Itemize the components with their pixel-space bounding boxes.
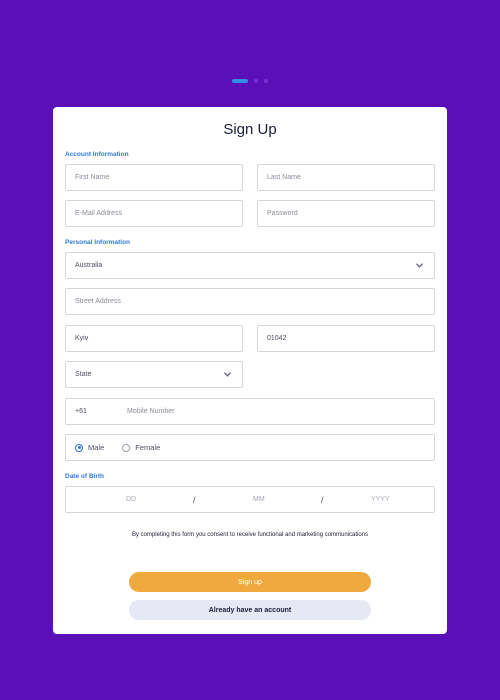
- dob-month-input[interactable]: MM: [253, 487, 265, 512]
- state-select[interactable]: State: [65, 361, 243, 388]
- page-dot[interactable]: [264, 79, 268, 83]
- dob-day-input[interactable]: DD: [126, 487, 136, 512]
- male-label: Male: [88, 443, 105, 452]
- dob-section-label: Date of Birth: [65, 473, 104, 480]
- dob-separator: /: [193, 494, 196, 505]
- female-label: Female: [135, 443, 161, 452]
- city-field[interactable]: Kyiv: [65, 325, 243, 352]
- personal-section-label: Personal Information: [65, 239, 131, 246]
- zip-value: 01042: [267, 335, 287, 342]
- consent-text: By completing this form you consent to r…: [131, 532, 369, 538]
- state-value: State: [75, 371, 92, 378]
- password-placeholder: Password: [267, 210, 298, 217]
- last-name-field[interactable]: Last Name: [257, 164, 435, 191]
- chevron-down-icon: [416, 263, 423, 268]
- country-value: Australia: [75, 262, 103, 269]
- page-indicator: [0, 79, 500, 83]
- street-address-field[interactable]: Street Address: [65, 288, 435, 315]
- signup-card: Sign Up Account Information First Name L…: [53, 107, 447, 634]
- last-name-placeholder: Last Name: [267, 174, 301, 181]
- female-radio[interactable]: [122, 443, 131, 452]
- mobile-field[interactable]: +61 Mobile Number: [65, 398, 435, 425]
- first-name-field[interactable]: First Name: [65, 164, 243, 191]
- chevron-down-icon: [224, 372, 231, 377]
- dob-year-input[interactable]: YYYY: [371, 487, 390, 512]
- account-section-label: Account Information: [65, 151, 129, 158]
- page-dot[interactable]: [254, 79, 258, 83]
- signup-button[interactable]: Sign up: [129, 572, 371, 592]
- gender-female-option[interactable]: Female: [122, 443, 160, 452]
- zip-field[interactable]: 01042: [257, 325, 435, 352]
- dob-field: DD / MM / YYYY: [65, 486, 435, 513]
- dob-separator: /: [321, 494, 324, 505]
- gender-male-option[interactable]: Male: [75, 443, 104, 452]
- gender-group: Male Female: [65, 434, 435, 461]
- password-field[interactable]: Password: [257, 200, 435, 227]
- email-placeholder: E-Mail Address: [75, 210, 123, 217]
- existing-account-button[interactable]: Already have an account: [129, 600, 371, 620]
- street-placeholder: Street Address: [75, 298, 121, 305]
- phone-prefix[interactable]: +61: [66, 408, 125, 415]
- form-title: Sign Up: [223, 121, 277, 138]
- mobile-placeholder: Mobile Number: [127, 408, 175, 415]
- city-value: Kyiv: [75, 335, 89, 342]
- email-field[interactable]: E-Mail Address: [65, 200, 243, 227]
- first-name-placeholder: First Name: [75, 174, 110, 181]
- page-dot-active[interactable]: [232, 79, 248, 83]
- male-radio[interactable]: [75, 443, 83, 452]
- country-select[interactable]: Australia: [65, 252, 435, 279]
